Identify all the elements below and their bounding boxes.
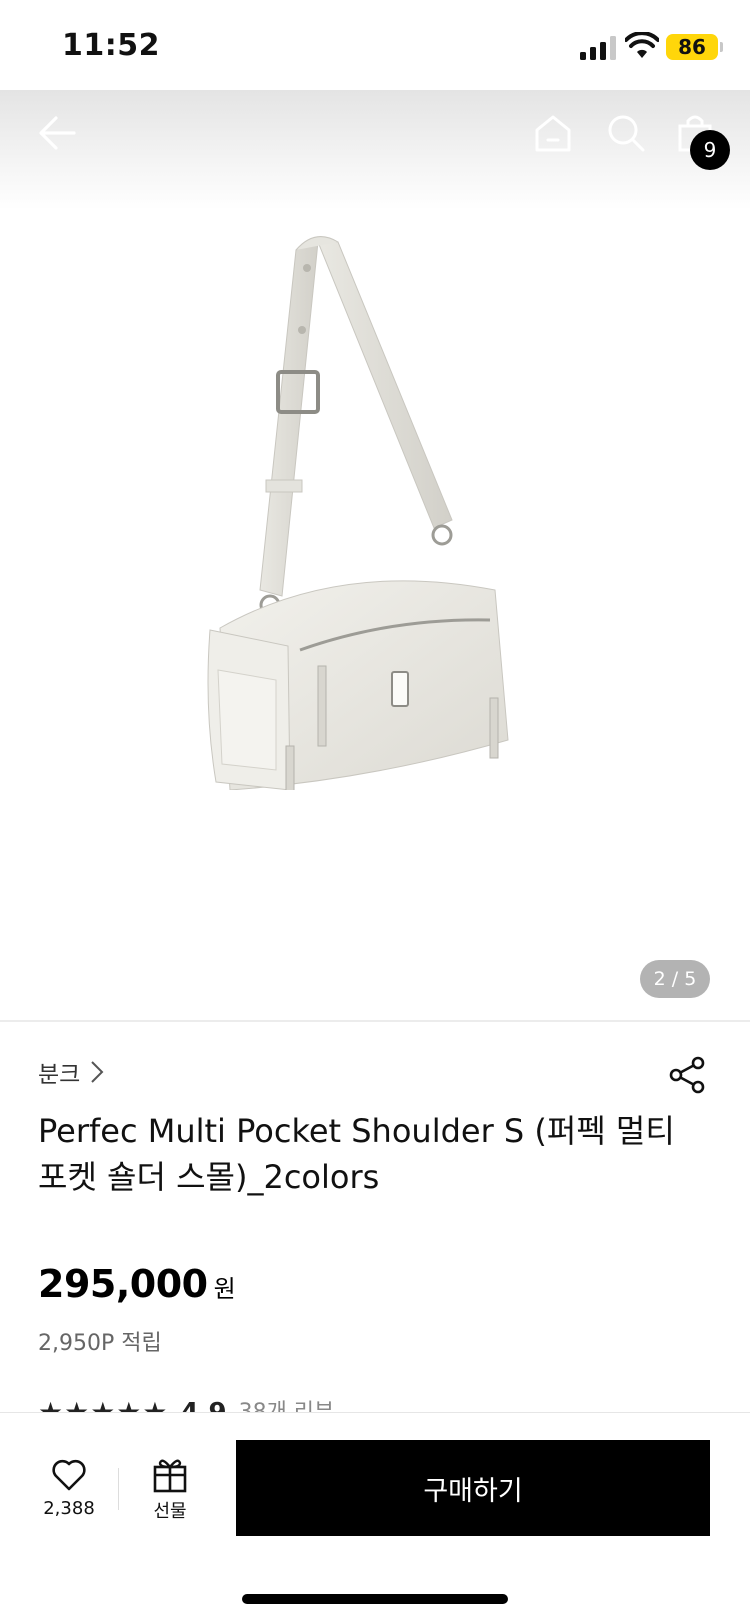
gift-label: 선물 [153, 1501, 187, 1522]
brand-name: 분크 [38, 1062, 81, 1088]
price-row: 295,000 원 [38, 1262, 236, 1306]
chevron-right-icon [91, 1061, 104, 1083]
like-count: 2,388 [43, 1498, 95, 1519]
gift-button[interactable]: 선물 [140, 1455, 200, 1527]
action-divider [118, 1468, 119, 1510]
top-navigation-bar [0, 90, 750, 190]
status-bar: 11:52 86 [0, 0, 750, 90]
product-price: 295,000 [38, 1262, 208, 1306]
like-button[interactable]: 2,388 [38, 1458, 100, 1528]
product-image[interactable] [190, 150, 550, 790]
search-icon[interactable] [603, 110, 649, 156]
heart-icon [52, 1459, 86, 1491]
reward-points: 2,950P 적립 [38, 1331, 162, 1356]
status-time: 11:52 [62, 28, 160, 63]
brand-link[interactable]: 분크 [38, 1055, 104, 1089]
gallery-page-indicator: 2 / 5 [640, 960, 710, 998]
cart-count-badge[interactable]: 9 [690, 130, 730, 170]
battery-nub [720, 42, 723, 52]
home-indicator[interactable] [242, 1594, 508, 1604]
gift-icon [153, 1459, 187, 1493]
home-icon[interactable] [530, 110, 576, 156]
share-icon[interactable] [668, 1055, 708, 1095]
product-title: Perfec Multi Pocket Shoulder S (퍼펙 멀티 포켓… [38, 1112, 675, 1196]
wifi-icon [625, 32, 659, 58]
section-divider [0, 1020, 750, 1022]
buy-button[interactable]: 구매하기 [236, 1440, 710, 1536]
cellular-signal-icon [580, 36, 616, 60]
price-currency: 원 [213, 1275, 236, 1303]
back-arrow-icon[interactable] [34, 110, 80, 156]
battery-icon: 86 [666, 34, 718, 60]
